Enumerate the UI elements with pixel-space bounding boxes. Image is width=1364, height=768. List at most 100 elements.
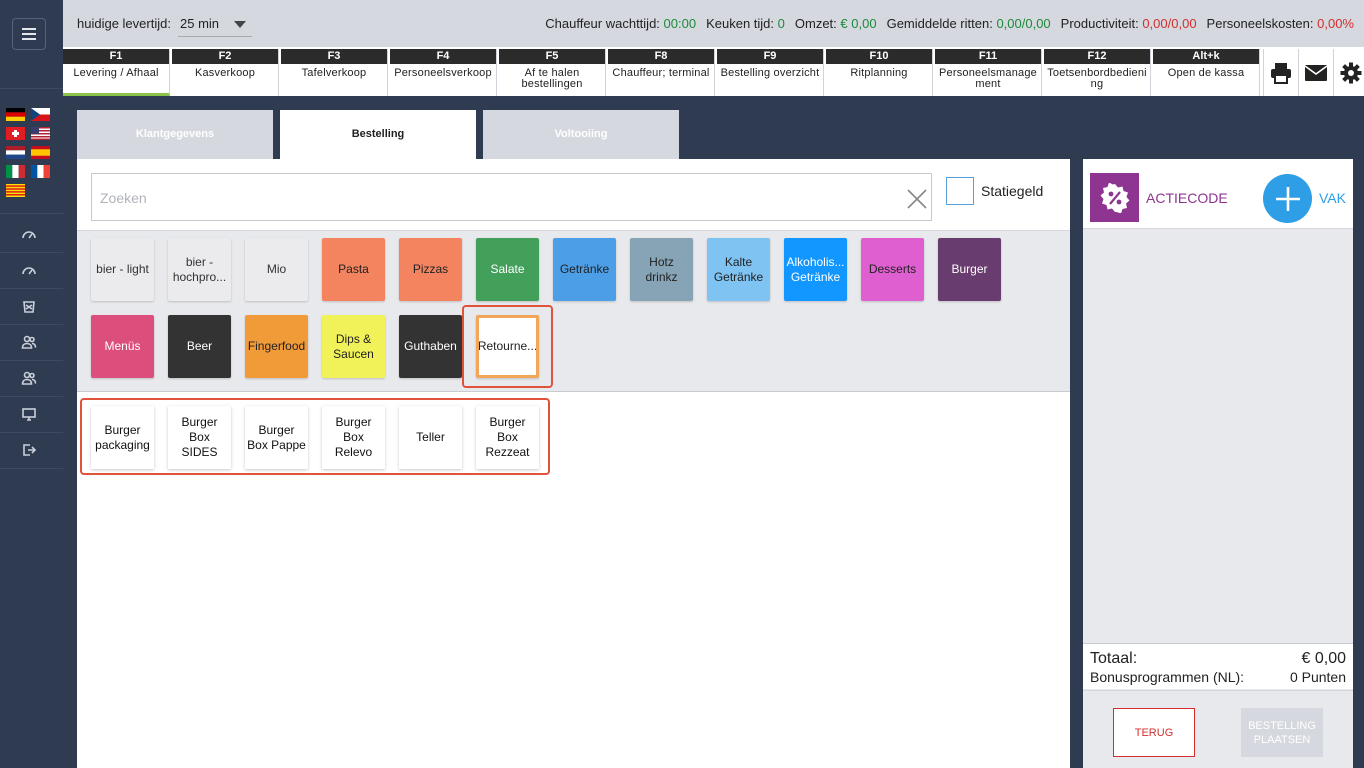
flag-nl-icon[interactable] [6, 146, 25, 159]
vak-label[interactable]: VAK [1319, 190, 1346, 206]
category-tile[interactable]: Alkoholis... Getränke [784, 238, 847, 301]
fkey-f9[interactable]: F9 Bestelling overzicht [717, 49, 824, 96]
category-tile-selected[interactable]: Retourne... [476, 315, 539, 378]
sidebar-divider [0, 468, 63, 469]
category-tile[interactable]: Salate [476, 238, 539, 301]
stat-ritten: Gemiddelde ritten: 0,00/0,00 [886, 16, 1051, 31]
cart-panel: ACTIECODE VAK Totaal: € 0,00 Bonusprogra… [1083, 159, 1353, 768]
place-order-button[interactable]: BESTELLING PLAATSEN [1241, 708, 1323, 757]
sidebar-divider [0, 213, 63, 214]
category-grid: bier - light bier - hochpro... Mio Pasta… [77, 230, 1070, 392]
product-tile[interactable]: Burger Box Pappe [245, 406, 308, 469]
fkey-f8[interactable]: F8 Chauffeur; terminal [608, 49, 715, 96]
order-content: Zoeken Statiegeld bier - light bier - ho… [77, 159, 1070, 768]
stat-omzet: Omzet: € 0,00 [794, 16, 877, 31]
product-tile[interactable]: Burger Box SIDES [168, 406, 231, 469]
function-key-bar: F1 Levering / Afhaal F2 Kasverkoop F3 Tafel… [63, 47, 1364, 96]
sidebar-divider [0, 432, 63, 433]
basket-icon[interactable] [18, 295, 40, 317]
flag-ch-icon[interactable] [6, 127, 25, 140]
flag-ca-icon[interactable] [6, 184, 25, 197]
tab-voltooiing[interactable]: Voltooiing [483, 110, 679, 159]
category-tile[interactable]: Desserts [861, 238, 924, 301]
stat-keuken: Keuken tijd: 0 [706, 16, 785, 31]
status-bar: huidige levertijd: 25 min Chauffeur wach… [63, 0, 1364, 47]
category-tile[interactable]: Beer [168, 315, 231, 378]
actiecode-label[interactable]: ACTIECODE [1146, 190, 1228, 206]
total-label: Totaal: [1090, 650, 1138, 667]
category-tile[interactable]: Mio [245, 238, 308, 301]
mail-button[interactable] [1298, 49, 1332, 96]
total-value: € 0,00 [1301, 650, 1346, 667]
flag-es-icon[interactable] [31, 146, 50, 159]
flag-de-icon[interactable] [6, 108, 25, 121]
sidebar-divider [0, 396, 63, 397]
stat-productiviteit: Productiviteit: 0,00/0,00 [1060, 16, 1197, 31]
fkey-f11[interactable]: F11 Personeelsmanagement [935, 49, 1042, 96]
users-icon[interactable] [18, 331, 40, 353]
product-tile[interactable]: Burger Box Rezzeat [476, 406, 539, 469]
product-tile[interactable]: Burger Box Relevo [322, 406, 385, 469]
back-button[interactable]: TERUG [1113, 708, 1195, 757]
fkey-f2[interactable]: F2 Kasverkoop [172, 49, 279, 96]
close-icon[interactable] [906, 188, 928, 210]
product-tile[interactable]: Burger packaging [91, 406, 154, 469]
sidebar-divider [0, 288, 63, 289]
category-tile[interactable]: Pizzas [399, 238, 462, 301]
category-tile[interactable]: Pasta [322, 238, 385, 301]
fkey-f3[interactable]: F3 Tafelverkoop [281, 49, 388, 96]
stat-chauffeur: Chauffeur wachttijd: 00:00 [545, 16, 697, 31]
actiecode-button[interactable] [1090, 173, 1139, 222]
menu-toggle-button[interactable] [12, 18, 46, 50]
statiegeld-label: Statiegeld [981, 183, 1044, 199]
fkey-f5[interactable]: F5 Af te halen bestellingen [499, 49, 606, 96]
fkey-f1[interactable]: F1 Levering / Afhaal [63, 49, 170, 96]
flag-us-icon[interactable] [31, 127, 50, 140]
flag-cz-icon[interactable] [31, 108, 50, 121]
stat-personeelskosten: Personeelskosten: 0,00% [1206, 16, 1354, 31]
monitor-icon[interactable] [18, 403, 40, 425]
category-tile[interactable]: Menüs [91, 315, 154, 378]
sidebar-divider [0, 360, 63, 361]
fkey-f10[interactable]: F10 Ritplanning [826, 49, 933, 96]
category-tile[interactable]: Fingerfood [245, 315, 308, 378]
speedometer-icon[interactable] [18, 259, 40, 281]
flag-it-icon[interactable] [6, 165, 25, 178]
language-flags [6, 108, 52, 197]
speedometer-icon[interactable] [18, 223, 40, 245]
envelope-icon [1304, 64, 1327, 81]
category-tile[interactable]: Kalte Getränke [707, 238, 770, 301]
product-tile[interactable]: Teller [399, 406, 462, 469]
logout-icon[interactable] [18, 439, 40, 461]
cart-footer: TERUG BESTELLING PLAATSEN [1083, 690, 1353, 768]
search-input[interactable]: Zoeken [91, 173, 932, 221]
category-tile[interactable]: bier - light [91, 238, 154, 301]
users-icon[interactable] [18, 367, 40, 389]
levertijd-label: huidige levertijd: [77, 16, 171, 31]
stats-row: Chauffeur wachttijd: 00:00 Keuken tijd: … [545, 16, 1354, 31]
levertijd-value: 25 min [180, 16, 220, 31]
flag-fr-icon[interactable] [31, 165, 50, 178]
print-button[interactable] [1263, 49, 1297, 96]
statiegeld-checkbox[interactable] [946, 177, 974, 205]
levertijd-select[interactable]: 25 min [178, 9, 252, 37]
fkey-f12[interactable]: F12 Toetsenbordbediening [1044, 49, 1151, 96]
tab-klantgegevens[interactable]: Klantgegevens [77, 110, 273, 159]
category-tile[interactable]: Dips & Saucen [322, 315, 385, 378]
settings-button[interactable] [1333, 49, 1364, 96]
gear-icon [1340, 62, 1361, 83]
bonus-value: 0 Punten [1289, 669, 1346, 685]
category-tile[interactable]: Getränke [553, 238, 616, 301]
category-tile[interactable]: Guthaben [399, 315, 462, 378]
product-grid: Burger packaging Burger Box SIDES Burger… [77, 394, 1070, 768]
search-placeholder: Zoeken [100, 190, 147, 206]
cart-totals: Totaal: € 0,00 Bonusprogrammen (NL): 0 P… [1083, 643, 1353, 689]
category-tile[interactable]: Hotz drinkz [630, 238, 693, 301]
category-tile[interactable]: Burger [938, 238, 1001, 301]
category-tile[interactable]: bier - hochpro... [168, 238, 231, 301]
vak-add-button[interactable] [1263, 174, 1312, 223]
tab-bestelling[interactable]: Bestelling [280, 110, 476, 159]
fkey-f4[interactable]: F4 Personeelsverkoop [390, 49, 497, 96]
fkey-alt-k[interactable]: Alt+k Open de kassa [1153, 49, 1260, 96]
bonus-label: Bonusprogrammen (NL): [1090, 669, 1245, 685]
